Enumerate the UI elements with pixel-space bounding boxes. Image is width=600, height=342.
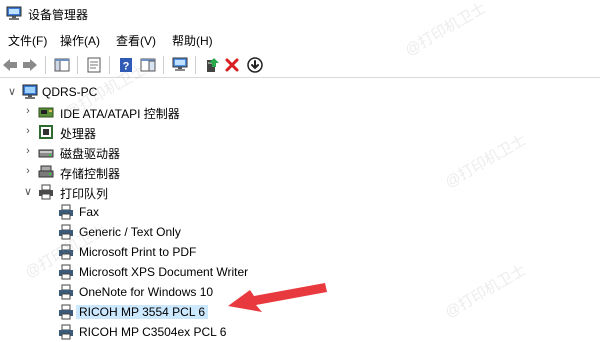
tree-item-printer[interactable]: Fax (0, 202, 600, 222)
device-tree: ∨ QDRS-PC › IDE ATA/ATAPI 控制器 › 处理器 › 磁盘… (0, 80, 600, 342)
printer-icon (59, 244, 73, 260)
help-button[interactable]: ? (116, 55, 136, 75)
printer-label: Generic / Text Only (79, 225, 181, 239)
printer-icon (59, 224, 73, 240)
tree-category-label: 打印队列 (60, 187, 109, 201)
printer-label: OneNote for Windows 10 (79, 285, 214, 299)
uninstall-device-button[interactable] (222, 55, 242, 75)
toolbar-separator (163, 56, 164, 74)
forward-button[interactable] (20, 55, 40, 75)
chevron-right-icon[interactable]: › (22, 124, 34, 138)
menu-view[interactable]: 查看(V) (116, 32, 156, 49)
device-manager-icon (6, 6, 22, 20)
uninstall-device-icon (225, 58, 239, 72)
tree-item-printer[interactable]: Microsoft Print to PDF (0, 242, 600, 262)
tree-category-label: IDE ATA/ATAPI 控制器 (60, 107, 180, 121)
action-pane-button[interactable] (138, 55, 158, 75)
show-hide-console-tree-icon (54, 58, 70, 72)
update-driver-icon (207, 58, 219, 72)
tree-item-printer-selected[interactable]: RICOH MP 3554 PCL 6 (0, 302, 600, 322)
tree-category-storage[interactable]: › 存储控制器 (0, 162, 600, 182)
show-hide-console-tree-button[interactable] (52, 55, 72, 75)
printer-icon (59, 284, 73, 300)
disable-device-button[interactable] (245, 55, 265, 75)
tree-root[interactable]: ∨ QDRS-PC (0, 82, 600, 102)
tree-category-label: 存储控制器 (60, 167, 121, 181)
tree-item-printer[interactable]: OneNote for Windows 10 (0, 282, 600, 302)
chevron-down-icon[interactable]: ∨ (6, 84, 18, 98)
printer-icon (59, 304, 73, 320)
properties-button[interactable] (84, 55, 104, 75)
tree-category-ide[interactable]: › IDE ATA/ATAPI 控制器 (0, 102, 600, 122)
menu-help[interactable]: 帮助(H) (172, 32, 213, 49)
printer-icon (59, 324, 73, 340)
svg-text:?: ? (123, 61, 130, 73)
scan-hardware-button[interactable] (170, 55, 190, 75)
scan-hardware-changes-icon (172, 57, 188, 71)
printer-label: RICOH MP C3504ex PCL 6 (79, 325, 227, 339)
toolbar-separator (109, 56, 110, 74)
printer-label: Microsoft Print to PDF (79, 245, 197, 259)
properties-icon (87, 57, 101, 73)
menu-bar: 文件(F) 操作(A) 查看(V) 帮助(H) (0, 29, 600, 49)
chevron-right-icon[interactable]: › (22, 164, 34, 178)
toolbar-separator (45, 56, 46, 74)
disk-drive-icon (38, 149, 54, 158)
title-bar: 设备管理器 (0, 0, 600, 26)
menu-file[interactable]: 文件(F) (8, 32, 47, 49)
printer-icon (59, 264, 73, 280)
tree-category-processor[interactable]: › 处理器 (0, 122, 600, 142)
action-pane-icon (140, 58, 156, 72)
toolbar-separator (195, 56, 196, 74)
back-arrow-icon (3, 59, 17, 71)
printer-label: Fax (79, 205, 100, 219)
tree-category-label: 处理器 (60, 127, 97, 141)
printer-icon (39, 184, 53, 200)
chevron-right-icon[interactable]: › (22, 144, 34, 158)
tree-item-printer[interactable]: Microsoft XPS Document Writer (0, 262, 600, 282)
printer-label: RICOH MP 3554 PCL 6 (76, 305, 209, 319)
tree-category-label: 磁盘驱动器 (60, 147, 121, 161)
printer-icon (59, 204, 73, 220)
chevron-right-icon[interactable]: › (22, 104, 34, 118)
disable-device-icon (247, 57, 263, 73)
ide-controller-icon (38, 107, 54, 118)
help-icon: ? (120, 58, 132, 73)
back-button[interactable] (0, 55, 20, 75)
toolbar-separator (77, 56, 78, 74)
computer-icon (22, 84, 38, 99)
tree-root-label: QDRS-PC (42, 85, 98, 99)
tree-item-printer[interactable]: Generic / Text Only (0, 222, 600, 242)
update-driver-button[interactable] (202, 55, 222, 75)
printer-label: Microsoft XPS Document Writer (79, 265, 249, 279)
menu-action[interactable]: 操作(A) (60, 32, 100, 49)
tree-category-print-queues[interactable]: ∨ 打印队列 (0, 182, 600, 202)
chevron-down-icon[interactable]: ∨ (22, 184, 34, 198)
tree-item-printer[interactable]: RICOH MP C3504ex PCL 6 (0, 322, 600, 342)
storage-controller-icon (38, 165, 54, 178)
processor-icon (39, 125, 53, 139)
tree-category-disk[interactable]: › 磁盘驱动器 (0, 142, 600, 162)
window-title: 设备管理器 (28, 8, 89, 22)
forward-arrow-icon (23, 59, 37, 71)
toolbar: ? (0, 52, 600, 78)
